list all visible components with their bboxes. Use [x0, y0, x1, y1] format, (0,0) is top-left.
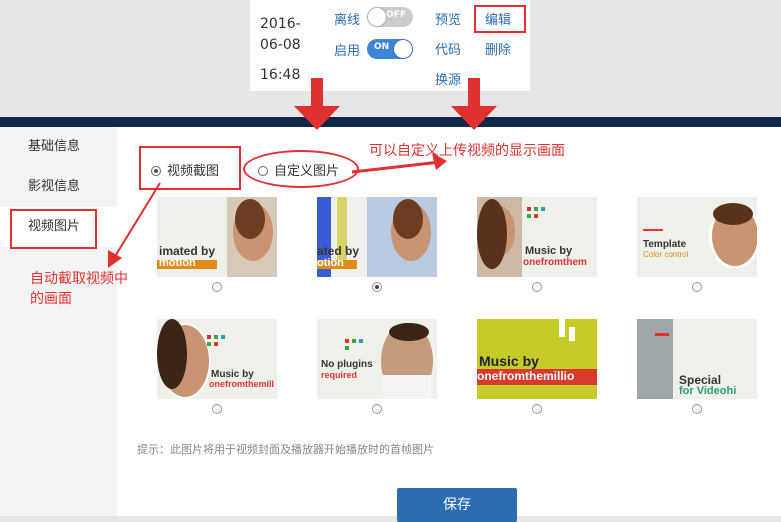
down-arrow-left-icon: [294, 78, 340, 130]
down-arrow-right-icon: [451, 78, 497, 130]
annotation-arrows: [108, 78, 497, 268]
arrow-to-custom-note-icon: [351, 153, 447, 174]
arrow-to-auto-note-icon: [108, 182, 161, 268]
